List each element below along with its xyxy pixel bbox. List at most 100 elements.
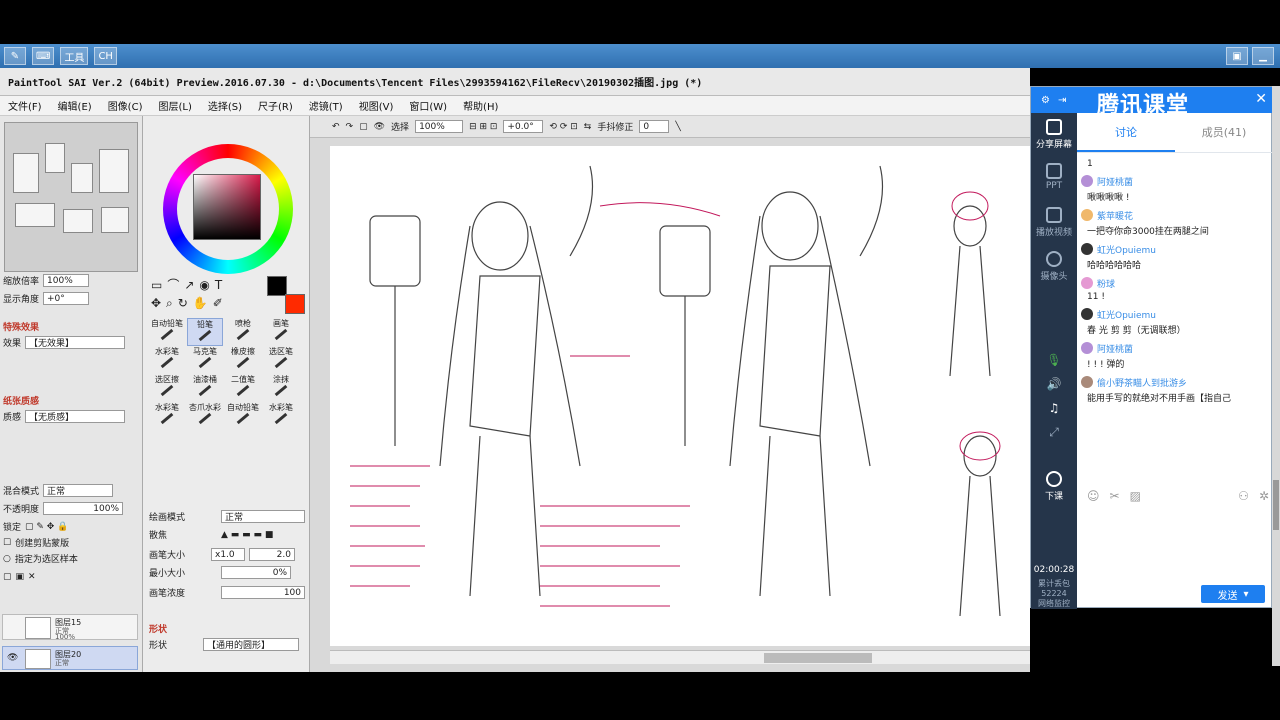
ref-radio[interactable]: ○ — [3, 554, 11, 564]
horizontal-scrollbar[interactable] — [330, 650, 1030, 664]
stabilizer-select[interactable]: 0 — [639, 120, 670, 133]
right-scrollbar[interactable] — [1272, 86, 1280, 666]
tool-airbrush[interactable]: 喷枪 — [225, 318, 261, 346]
select-tools-row[interactable]: ▭⌒↗◉T — [151, 276, 227, 293]
end-class-button[interactable]: 下课 — [1031, 471, 1077, 502]
chat-user[interactable]: 虹光Opuiemu — [1097, 308, 1156, 321]
paper-select[interactable]: 【无质感】 — [25, 410, 126, 423]
menu-edit[interactable]: 编辑(E) — [50, 98, 100, 113]
avatar[interactable] — [1081, 277, 1093, 289]
tool-select-pen[interactable]: 选区笔 — [263, 346, 299, 374]
image-icon[interactable]: ▨ — [1130, 489, 1141, 507]
scrollbar-thumb[interactable] — [1273, 480, 1279, 530]
redo-icon[interactable]: ↷ — [346, 122, 354, 132]
expand-icon[interactable]: ⇥ — [1058, 95, 1066, 106]
chat-user[interactable]: 阿娅桃菌 — [1097, 342, 1133, 355]
avatar[interactable] — [1081, 209, 1093, 221]
undo-icon[interactable]: ↶ — [332, 122, 340, 132]
shape-section[interactable]: 形状 — [149, 622, 167, 635]
close-icon[interactable]: ✕ — [1255, 91, 1267, 107]
deselect-icon[interactable]: ▢ — [359, 122, 368, 132]
delete-layer-icon[interactable]: ✕ — [28, 572, 36, 582]
tool-pencil[interactable]: 铅笔 — [187, 318, 223, 346]
chat-user[interactable]: 粉球 — [1097, 277, 1115, 290]
density-field[interactable]: 100 — [221, 586, 305, 599]
zoom-buttons-icon[interactable]: ⊟ ⊞ ⊡ — [469, 122, 497, 132]
pen-icon[interactable]: ✎ — [4, 47, 26, 65]
avatar[interactable] — [1081, 175, 1093, 187]
shape-select[interactable]: 【通用的圆形】 — [203, 638, 299, 651]
min-size-field[interactable]: 0% — [221, 566, 291, 579]
chat-input[interactable] — [1081, 511, 1269, 581]
share-screen-button[interactable]: 分享屏幕 — [1031, 119, 1077, 150]
chevron-down-icon[interactable]: ▾ — [1243, 589, 1248, 600]
taskbar-menu-tools[interactable]: 工具 — [60, 47, 89, 65]
ppt-button[interactable]: PPT — [1031, 163, 1077, 191]
avatar[interactable] — [1081, 342, 1093, 354]
tool-bucket[interactable]: 油漆桶 — [187, 374, 223, 402]
scrollbar-thumb[interactable] — [764, 653, 872, 663]
angle-select[interactable]: +0.0° — [503, 120, 544, 133]
navigator-thumbnail[interactable] — [4, 122, 138, 272]
clip-checkbox[interactable]: ☐ — [3, 538, 11, 548]
secondary-color-swatch[interactable] — [285, 294, 305, 314]
menu-layer[interactable]: 图层(L) — [150, 98, 199, 113]
people-icon[interactable]: ⚇ — [1238, 489, 1249, 507]
keyboard-icon[interactable]: ⌨ — [32, 47, 55, 65]
opacity-slider[interactable]: 100% — [43, 502, 124, 515]
menu-view[interactable]: 视图(V) — [351, 98, 402, 113]
primary-color-swatch[interactable] — [267, 276, 287, 296]
mic-icon[interactable]: 🎙 — [1031, 353, 1077, 367]
zoom-select[interactable]: 100% — [415, 120, 464, 133]
new-layer-icon[interactable]: ▢ — [3, 572, 12, 582]
chat-user[interactable]: 偷小野茶瞄人到批游乡 — [1097, 376, 1187, 389]
effects-select[interactable]: 【无效果】 — [25, 336, 126, 349]
emoji-icon[interactable]: ☺ — [1087, 489, 1100, 507]
speaker-icon[interactable]: 🔊 — [1031, 377, 1077, 391]
tab-discuss[interactable]: 讨论 — [1077, 113, 1175, 152]
music-icon[interactable]: ♫ — [1031, 401, 1077, 415]
avatar[interactable] — [1081, 308, 1093, 320]
brush-size-field[interactable]: 2.0 — [249, 548, 295, 561]
eye-icon[interactable]: 👁 — [7, 653, 18, 663]
menu-image[interactable]: 图像(C) — [100, 98, 151, 113]
chat-user[interactable]: 阿娅桃菌 — [1097, 175, 1133, 188]
tool-watercolor-4[interactable]: 水彩笔 — [263, 402, 299, 430]
flip-icon[interactable]: ⇆ — [584, 122, 592, 132]
menu-filter[interactable]: 滤镜(T) — [301, 98, 351, 113]
tool-auto-pencil-2[interactable]: 自动铅笔 — [225, 402, 261, 430]
blend-select[interactable]: 正常 — [43, 484, 114, 497]
new-folder-icon[interactable]: ▣ — [16, 572, 25, 582]
zoom-field[interactable]: 100% — [43, 274, 90, 287]
send-button[interactable]: 发送 ▾ — [1201, 585, 1265, 603]
brush-tip-icon[interactable]: ▲ ▬ ▬ ▬ ■ — [221, 530, 273, 540]
layer-item[interactable]: 👁 图层20 正常 — [2, 646, 138, 670]
drawing-canvas[interactable] — [330, 146, 1030, 646]
fullscreen-icon[interactable]: ⤢ — [1031, 425, 1077, 440]
line-icon[interactable]: ╲ — [675, 122, 680, 132]
select-toggle-icon[interactable]: 👁 — [374, 122, 385, 132]
play-video-button[interactable]: 播放视频 — [1031, 207, 1077, 238]
tool-select-eraser[interactable]: 选区擦 — [149, 374, 185, 402]
settings-icon[interactable]: ⚙ — [1041, 95, 1050, 106]
tool-brush[interactable]: 画笔 — [263, 318, 299, 346]
menu-file[interactable]: 文件(F) — [0, 98, 50, 113]
tab-members[interactable]: 成员(41) — [1175, 113, 1273, 152]
avatar[interactable] — [1081, 376, 1093, 388]
effects-section[interactable]: 特殊效果 — [3, 320, 39, 333]
paper-section[interactable]: 纸张质感 — [3, 394, 39, 407]
layer-item[interactable]: 图层15 正常 100% — [2, 614, 138, 641]
chat-user[interactable]: 紫苹暖花 — [1097, 209, 1133, 222]
color-square[interactable] — [193, 174, 261, 240]
tool-watercolor-2[interactable]: 水彩笔 — [149, 402, 185, 430]
nav-tools-row[interactable]: ✥⌕↻✋✐ — [151, 296, 228, 311]
tray-icon[interactable]: ▣ — [1226, 47, 1248, 65]
tool-binary-pen[interactable]: 二值笔 — [225, 374, 261, 402]
canvas-area[interactable] — [310, 138, 1030, 672]
taskbar-menu-lang[interactable]: CH — [94, 47, 117, 65]
tool-watercolor-3[interactable]: 杏爪水彩 — [187, 402, 223, 430]
tool-marker[interactable]: 马克笔 — [187, 346, 223, 374]
brush-size-mult[interactable]: x1.0 — [211, 548, 245, 561]
minimize-icon[interactable]: ▁ — [1252, 47, 1274, 65]
tool-auto-pencil[interactable]: 自动铅笔 — [149, 318, 185, 346]
